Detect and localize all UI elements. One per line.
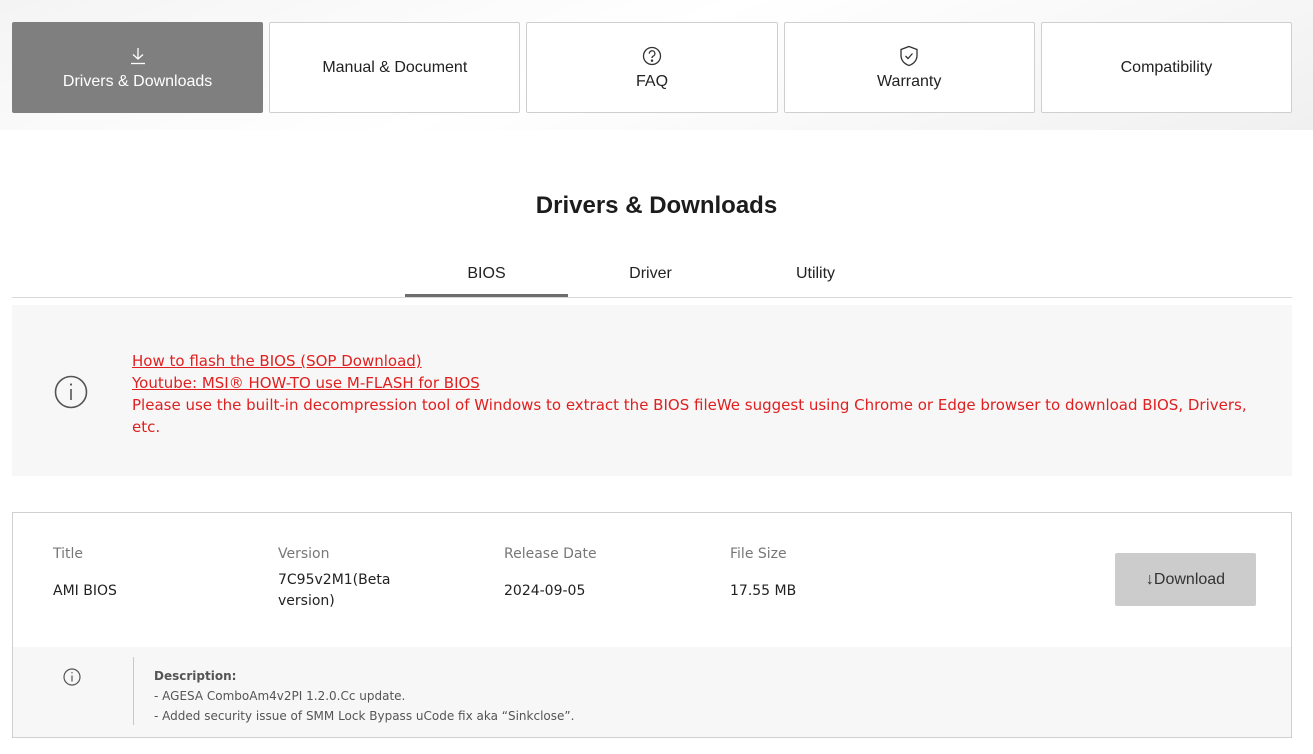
sub-tab-driver[interactable]: Driver [569, 255, 732, 297]
title-column: Title AMI BIOS [53, 546, 117, 602]
bios-version: 7C95v2M1(Beta version) [278, 572, 391, 609]
file-size-header: File Size [730, 546, 787, 562]
bios-title: AMI BIOS [53, 583, 117, 599]
description-heading: Description: [154, 669, 237, 683]
sub-tab-bios[interactable]: BIOS [405, 255, 568, 297]
download-button-label: Download [1153, 570, 1226, 588]
version-header: Version [278, 546, 330, 562]
tab-label: Drivers & Downloads [62, 72, 213, 90]
size-column: File Size 17.55 MB [730, 546, 796, 602]
question-circle-icon [642, 45, 662, 67]
bios-release-date: 2024-09-05 [504, 583, 586, 599]
download-button[interactable]: ↓Download [1115, 553, 1256, 606]
sub-tab-bar: BIOS Driver Utility [12, 255, 1292, 298]
description-divider [133, 657, 134, 725]
sop-download-link[interactable]: How to flash the BIOS (SOP Download) [132, 352, 422, 370]
tab-faq[interactable]: FAQ [526, 22, 778, 113]
description-line: - AGESA ComboAm4v2PI 1.2.0.Cc update. [154, 689, 406, 703]
tab-label: Manual & Document [322, 58, 468, 76]
top-tab-bar: Drivers & Downloads Manual & Document FA… [12, 22, 1293, 113]
download-arrow-icon: ↓ [1145, 570, 1154, 588]
bios-file-size: 17.55 MB [730, 583, 797, 599]
section-title: Drivers & Downloads [535, 192, 778, 219]
tab-compatibility[interactable]: Compatibility [1040, 22, 1293, 113]
release-date-header: Release Date [504, 546, 597, 562]
tab-label: Compatibility [1120, 58, 1213, 76]
bios-entry-card: Title AMI BIOS Version 7C95v2M1(Beta ver… [12, 512, 1292, 738]
version-column: Version 7C95v2M1(Beta version) [278, 546, 418, 612]
tab-drivers-downloads[interactable]: Drivers & Downloads [12, 22, 264, 113]
sub-tab-utility[interactable]: Utility [734, 255, 897, 297]
tab-label: Warranty [877, 72, 942, 90]
tab-manual-document[interactable]: Manual & Document [269, 22, 521, 113]
mflash-youtube-link[interactable]: Youtube: MSI® HOW-TO use M-FLASH for BIO… [132, 374, 480, 392]
notice-message: Please use the built-in decompression to… [132, 396, 1247, 436]
bios-notice: How to flash the BIOS (SOP Download) You… [12, 305, 1292, 476]
notice-text-block: How to flash the BIOS (SOP Download) You… [132, 350, 1262, 438]
info-icon [63, 668, 81, 691]
tab-label: FAQ [636, 72, 669, 90]
download-icon [129, 45, 147, 67]
description-text: Description: - AGESA ComboAm4v2PI 1.2.0.… [154, 666, 574, 726]
shield-check-icon [899, 45, 919, 67]
date-column: Release Date 2024-09-05 [504, 546, 597, 602]
description-panel: Description: - AGESA ComboAm4v2PI 1.2.0.… [13, 647, 1291, 737]
tab-warranty[interactable]: Warranty [783, 22, 1035, 113]
title-header: Title [53, 546, 84, 562]
description-line: - Added security issue of SMM Lock Bypas… [154, 709, 575, 723]
info-icon [54, 375, 88, 414]
